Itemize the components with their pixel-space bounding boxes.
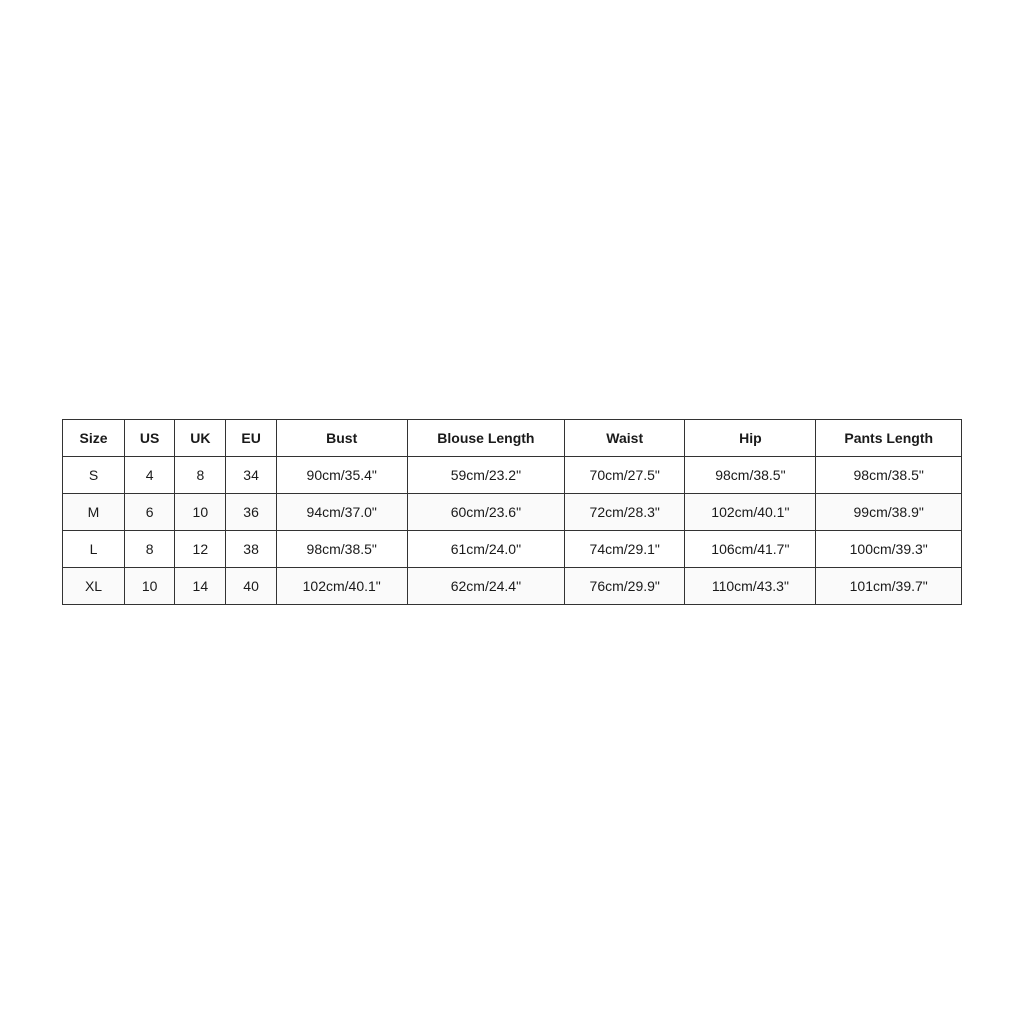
cell-eu-row-1: 36 <box>226 494 276 531</box>
cell-us-row-0: 4 <box>125 457 175 494</box>
cell-uk-row-0: 8 <box>175 457 226 494</box>
cell-pants_length-row-0: 98cm/38.5" <box>816 457 962 494</box>
col-header-us: US <box>125 420 175 457</box>
table-row: L8123898cm/38.5"61cm/24.0"74cm/29.1"106c… <box>63 531 962 568</box>
col-header-bust: Bust <box>276 420 407 457</box>
cell-hip-row-1: 102cm/40.1" <box>685 494 816 531</box>
cell-waist-row-2: 74cm/29.1" <box>565 531 685 568</box>
cell-waist-row-0: 70cm/27.5" <box>565 457 685 494</box>
cell-uk-row-1: 10 <box>175 494 226 531</box>
table-row: XL101440102cm/40.1"62cm/24.4"76cm/29.9"1… <box>63 568 962 605</box>
cell-size-row-2: L <box>63 531 125 568</box>
cell-size-row-1: M <box>63 494 125 531</box>
cell-blouse_length-row-1: 60cm/23.6" <box>407 494 564 531</box>
cell-bust-row-3: 102cm/40.1" <box>276 568 407 605</box>
cell-hip-row-0: 98cm/38.5" <box>685 457 816 494</box>
cell-size-row-0: S <box>63 457 125 494</box>
cell-hip-row-3: 110cm/43.3" <box>685 568 816 605</box>
cell-eu-row-3: 40 <box>226 568 276 605</box>
cell-eu-row-0: 34 <box>226 457 276 494</box>
cell-size-row-3: XL <box>63 568 125 605</box>
cell-bust-row-0: 90cm/35.4" <box>276 457 407 494</box>
cell-bust-row-2: 98cm/38.5" <box>276 531 407 568</box>
cell-pants_length-row-2: 100cm/39.3" <box>816 531 962 568</box>
col-header-eu: EU <box>226 420 276 457</box>
cell-blouse_length-row-2: 61cm/24.0" <box>407 531 564 568</box>
col-header-hip: Hip <box>685 420 816 457</box>
cell-uk-row-2: 12 <box>175 531 226 568</box>
col-header-uk: UK <box>175 420 226 457</box>
col-header-pants-length: Pants Length <box>816 420 962 457</box>
cell-us-row-1: 6 <box>125 494 175 531</box>
table-row: S483490cm/35.4"59cm/23.2"70cm/27.5"98cm/… <box>63 457 962 494</box>
cell-hip-row-2: 106cm/41.7" <box>685 531 816 568</box>
size-chart-container: Size US UK EU Bust Blouse Length Waist H… <box>62 419 962 605</box>
cell-us-row-3: 10 <box>125 568 175 605</box>
cell-waist-row-1: 72cm/28.3" <box>565 494 685 531</box>
cell-pants_length-row-1: 99cm/38.9" <box>816 494 962 531</box>
size-chart-table: Size US UK EU Bust Blouse Length Waist H… <box>62 419 962 605</box>
cell-blouse_length-row-3: 62cm/24.4" <box>407 568 564 605</box>
cell-us-row-2: 8 <box>125 531 175 568</box>
cell-eu-row-2: 38 <box>226 531 276 568</box>
cell-waist-row-3: 76cm/29.9" <box>565 568 685 605</box>
col-header-blouse-length: Blouse Length <box>407 420 564 457</box>
cell-bust-row-1: 94cm/37.0" <box>276 494 407 531</box>
cell-blouse_length-row-0: 59cm/23.2" <box>407 457 564 494</box>
col-header-waist: Waist <box>565 420 685 457</box>
cell-pants_length-row-3: 101cm/39.7" <box>816 568 962 605</box>
cell-uk-row-3: 14 <box>175 568 226 605</box>
table-row: M6103694cm/37.0"60cm/23.6"72cm/28.3"102c… <box>63 494 962 531</box>
table-header-row: Size US UK EU Bust Blouse Length Waist H… <box>63 420 962 457</box>
col-header-size: Size <box>63 420 125 457</box>
